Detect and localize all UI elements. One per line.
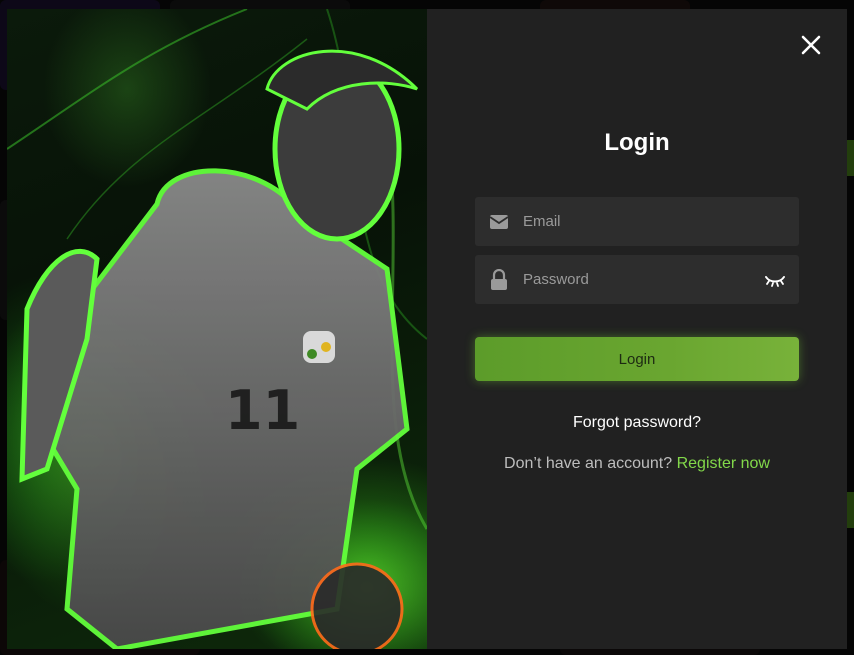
login-panel: Login Email Login Forgot password? Don’t…	[427, 9, 847, 649]
lock-icon	[475, 268, 523, 291]
password-field[interactable]	[475, 255, 799, 304]
login-modal: 11 Login Email Login Forgot password? Do…	[7, 9, 847, 649]
register-link[interactable]: Register now	[677, 455, 770, 472]
svg-text:11: 11	[225, 379, 300, 442]
email-input[interactable]	[523, 197, 799, 246]
soccer-player-illustration: 11	[7, 9, 427, 649]
password-input[interactable]	[523, 255, 751, 304]
login-title: Login	[604, 129, 670, 156]
close-icon[interactable]	[799, 33, 823, 57]
eye-closed-icon[interactable]	[751, 273, 799, 287]
email-field[interactable]	[475, 197, 799, 246]
hero-image: 11	[7, 9, 427, 649]
forgot-password-link[interactable]: Forgot password?	[427, 414, 847, 432]
register-prompt: Don’t have an account? Register now	[427, 455, 847, 473]
no-account-text: Don’t have an account?	[504, 455, 677, 472]
login-button[interactable]: Login	[475, 337, 799, 381]
envelope-icon	[475, 214, 523, 230]
